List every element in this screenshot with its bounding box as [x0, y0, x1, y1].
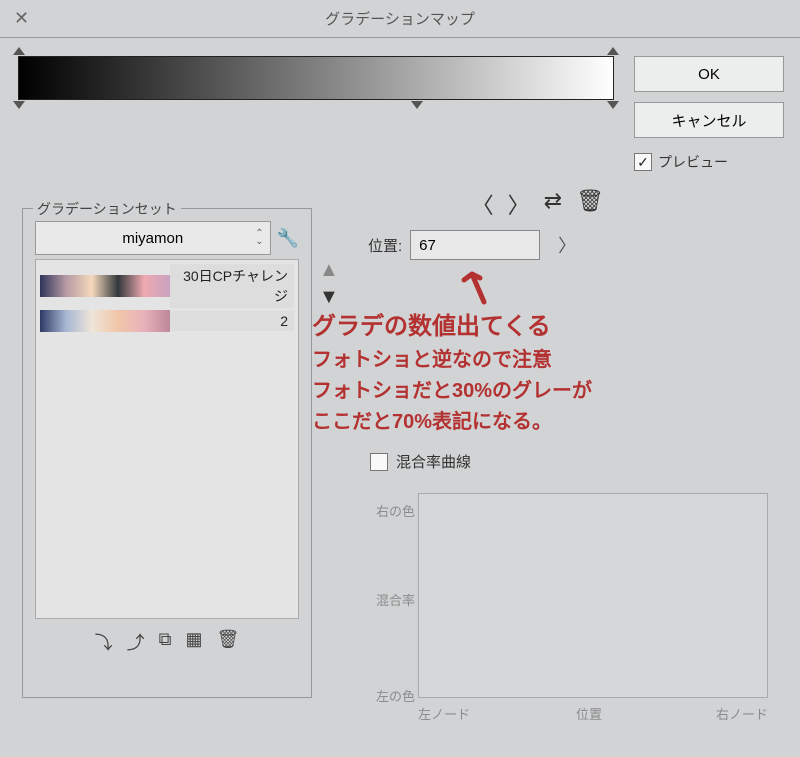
cancel-button[interactable]: キャンセル	[634, 102, 784, 138]
preview-label: プレビュー	[658, 152, 728, 172]
next-stop-icon[interactable]: 〉	[508, 188, 530, 220]
axis-label: 右の色	[376, 501, 415, 520]
axis-label: 右ノード	[716, 704, 768, 723]
import-icon[interactable]: ⤵	[95, 629, 113, 655]
move-down-icon[interactable]: ▼	[319, 286, 339, 309]
axis-label: 左ノード	[418, 704, 470, 723]
annotation-text: グラデの数値出てくる フォトショと逆なので注意 フォトショだと30%のグレーが …	[312, 308, 592, 438]
gradient-swatch	[40, 275, 170, 297]
ok-button[interactable]: OK	[634, 56, 784, 92]
list-item[interactable]: 30日CPチャレンジ	[40, 264, 294, 308]
dialog-body: OK キャンセル ✓ プレビュー 〈 〉 ⇄ 🗑 位置: 〉 グラデーションセッ…	[0, 38, 800, 757]
axis-label: 左の色	[376, 686, 415, 705]
mix-curve-chart	[418, 493, 768, 698]
delete-stop-icon[interactable]: 🗑	[576, 188, 604, 220]
gradient-set-select[interactable]: miyamon ⌃⌄	[35, 221, 271, 255]
gradient-set-panel: グラデーションセット miyamon ⌃⌄ 🔧 30日CPチャレンジ	[22, 208, 312, 698]
gradient-swatch	[40, 310, 170, 332]
list-item[interactable]: 2	[40, 310, 294, 332]
move-up-icon[interactable]: ▲	[319, 259, 339, 282]
titlebar: ✕ グラデーションマップ	[0, 0, 800, 38]
trash-icon[interactable]: 🗑	[217, 629, 240, 655]
settings-icon[interactable]: 🔧	[277, 228, 299, 249]
prev-stop-icon[interactable]: 〈	[472, 188, 494, 220]
gradient-bar[interactable]	[18, 56, 614, 100]
preview-checkbox[interactable]: ✓	[634, 153, 652, 171]
position-stepper-icon[interactable]: 〉	[558, 232, 576, 258]
position-label: 位置:	[368, 235, 402, 256]
gradient-list: 30日CPチャレンジ 2	[35, 259, 299, 619]
position-input[interactable]	[410, 230, 540, 260]
axis-label: 混合率	[376, 590, 415, 609]
gradient-set-legend: グラデーションセット	[33, 199, 181, 219]
axis-label: 位置	[576, 704, 602, 723]
gradient-stop-handle[interactable]	[411, 101, 423, 109]
add-icon[interactable]: ▦	[185, 629, 202, 655]
duplicate-icon[interactable]: ⧉	[159, 629, 172, 655]
close-icon[interactable]: ✕	[14, 8, 29, 29]
export-icon[interactable]: ⤴	[127, 629, 145, 655]
mix-curve-label: 混合率曲線	[396, 451, 471, 472]
chevron-updown-icon: ⌃⌄	[255, 230, 263, 246]
annotation-arrow-icon	[454, 268, 494, 311]
window-title: グラデーションマップ	[325, 8, 475, 29]
reverse-icon[interactable]: ⇄	[544, 188, 562, 220]
mix-curve-checkbox[interactable]	[370, 453, 388, 471]
